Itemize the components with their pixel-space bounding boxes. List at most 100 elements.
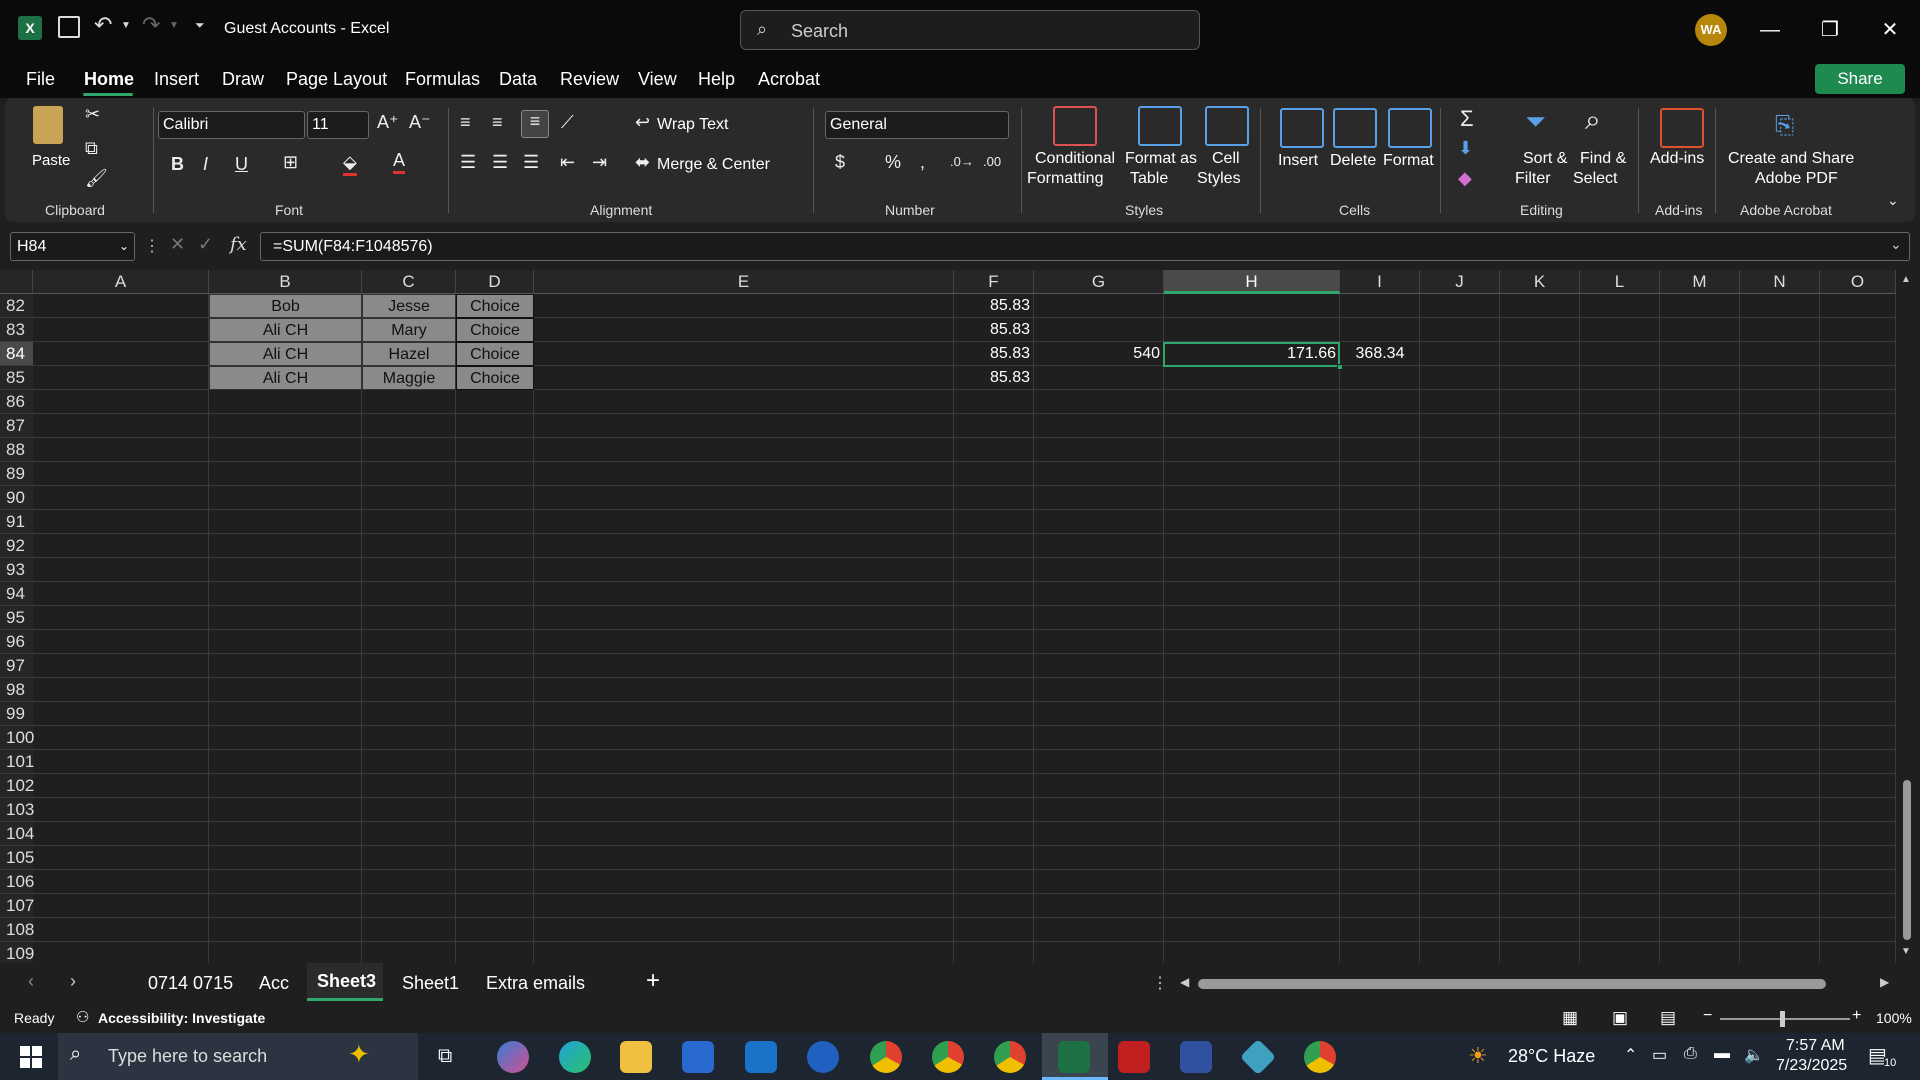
- conditional-formatting-icon[interactable]: [1053, 106, 1097, 146]
- tab-page-layout[interactable]: Page Layout: [286, 69, 387, 90]
- tab-insert[interactable]: Insert: [154, 69, 199, 90]
- row-header[interactable]: 87: [0, 414, 33, 438]
- tab-file[interactable]: File: [26, 69, 55, 90]
- column-header-j[interactable]: J: [1420, 270, 1500, 294]
- find-select-line1[interactable]: Find &: [1580, 150, 1626, 168]
- row-header[interactable]: 91: [0, 510, 33, 534]
- cell-i84[interactable]: 368.34: [1340, 342, 1420, 366]
- row-header[interactable]: 97: [0, 654, 33, 678]
- tab-data[interactable]: Data: [499, 69, 537, 90]
- sheet-tab-acc[interactable]: Acc: [259, 973, 289, 994]
- zoom-slider-thumb[interactable]: [1780, 1011, 1785, 1027]
- column-header-a[interactable]: A: [33, 270, 209, 294]
- cell-c85[interactable]: Maggie: [362, 366, 456, 390]
- windows-start-icon[interactable]: [20, 1046, 42, 1068]
- sheet-tab-extra-emails[interactable]: Extra emails: [486, 973, 585, 994]
- filezilla-icon[interactable]: [1118, 1041, 1150, 1073]
- prev-sheet-icon[interactable]: ‹: [28, 971, 34, 992]
- worksheet-grid[interactable]: ABCDEFGHIJKLMNO 82 83 84 85 86 87 88 89 90 91 92 93…: [0, 270, 1920, 963]
- calculator-icon[interactable]: [1180, 1041, 1212, 1073]
- undo-dropdown-icon[interactable]: ▼: [121, 20, 131, 31]
- column-header-o[interactable]: O: [1820, 270, 1896, 294]
- cell-f82[interactable]: 85.83: [954, 294, 1034, 318]
- undo-icon[interactable]: ↶: [94, 12, 112, 38]
- cell-styles-line2[interactable]: Styles: [1197, 170, 1241, 188]
- enter-icon[interactable]: ✓: [198, 234, 213, 255]
- align-bottom-icon[interactable]: ≡: [521, 110, 549, 138]
- column-header-h[interactable]: H: [1164, 270, 1340, 294]
- conditional-formatting-line2[interactable]: Formatting: [1027, 170, 1103, 188]
- redo-icon[interactable]: ↷: [142, 12, 160, 38]
- row-header[interactable]: 86: [0, 390, 33, 414]
- tab-help[interactable]: Help: [698, 69, 735, 90]
- cell-b82[interactable]: Bob: [209, 294, 362, 318]
- row-header[interactable]: 107: [0, 894, 34, 918]
- sort-filter-icon[interactable]: ⏷: [1525, 106, 1546, 138]
- fill-handle[interactable]: [1337, 364, 1343, 370]
- paste-icon[interactable]: [33, 106, 63, 144]
- tray-device-icon[interactable]: ⎙: [1684, 1045, 1697, 1063]
- column-header-e[interactable]: E: [534, 270, 954, 294]
- row-header[interactable]: 93: [0, 558, 33, 582]
- chrome-profile-2-icon[interactable]: [932, 1041, 964, 1073]
- row-header[interactable]: 88: [0, 438, 33, 462]
- more-options-icon[interactable]: ⋮: [144, 236, 160, 256]
- row-header[interactable]: 103: [0, 798, 34, 822]
- format-as-table-line2[interactable]: Table: [1130, 170, 1168, 188]
- tab-view[interactable]: View: [638, 69, 677, 90]
- edge-icon[interactable]: [559, 1041, 591, 1073]
- row-header[interactable]: 90: [0, 486, 33, 510]
- row-header[interactable]: 92: [0, 534, 33, 558]
- clock-time[interactable]: 7:57 AM: [1786, 1037, 1845, 1055]
- fill-color-icon[interactable]: ⬙: [343, 152, 357, 176]
- save-icon[interactable]: [58, 16, 80, 38]
- scroll-down-icon[interactable]: ▼: [1901, 946, 1911, 957]
- cell-c82[interactable]: Jesse: [362, 294, 456, 318]
- sheet-tab-sheet3[interactable]: Sheet3: [317, 971, 376, 992]
- row-header[interactable]: 104: [0, 822, 34, 846]
- column-header-f[interactable]: F: [954, 270, 1034, 294]
- clear-icon[interactable]: ◆: [1458, 168, 1472, 189]
- cancel-icon[interactable]: ✕: [170, 234, 185, 255]
- zoom-in-icon[interactable]: +: [1852, 1007, 1861, 1025]
- more-sheets-icon[interactable]: ⋮: [1152, 973, 1168, 993]
- row-header[interactable]: 89: [0, 462, 33, 486]
- create-share-pdf-line1[interactable]: Create and Share: [1728, 150, 1854, 168]
- zoom-slider-track[interactable]: [1720, 1018, 1850, 1020]
- adobe-pdf-icon[interactable]: ⎘: [1775, 112, 1794, 140]
- normal-view-icon[interactable]: ▦: [1562, 1008, 1578, 1028]
- name-box[interactable]: H84 ⌄: [10, 232, 135, 261]
- row-header[interactable]: 100: [0, 726, 34, 750]
- sort-filter-line2[interactable]: Filter: [1515, 170, 1551, 188]
- align-middle-icon[interactable]: ≡: [492, 112, 503, 133]
- tab-formulas[interactable]: Formulas: [405, 69, 480, 90]
- column-header-n[interactable]: N: [1740, 270, 1820, 294]
- page-break-view-icon[interactable]: ▤: [1660, 1008, 1676, 1028]
- weather-icon[interactable]: ☀: [1468, 1043, 1488, 1069]
- cell-styles-icon[interactable]: [1205, 106, 1249, 146]
- row-header[interactable]: 85: [0, 366, 33, 390]
- formula-input[interactable]: =SUM(F84:F1048576): [260, 232, 1910, 261]
- align-center-icon[interactable]: ☰: [492, 152, 508, 173]
- row-header[interactable]: 95: [0, 606, 33, 630]
- app-diamond-icon[interactable]: [1239, 1038, 1277, 1076]
- accessibility-status[interactable]: Accessibility: Investigate: [98, 1010, 265, 1026]
- format-cells-button[interactable]: Format: [1383, 152, 1434, 170]
- format-as-table-line1[interactable]: Format as: [1125, 150, 1197, 168]
- column-header-k[interactable]: K: [1500, 270, 1580, 294]
- volume-icon[interactable]: 🔈: [1744, 1045, 1764, 1065]
- bold-icon[interactable]: B: [171, 154, 184, 175]
- tab-home[interactable]: Home: [84, 69, 134, 90]
- font-name-dropdown[interactable]: Calibri: [158, 111, 305, 139]
- column-header-c[interactable]: C: [362, 270, 456, 294]
- tab-draw[interactable]: Draw: [222, 69, 264, 90]
- format-painter-icon[interactable]: 🖌: [85, 168, 108, 189]
- percent-icon[interactable]: %: [885, 152, 901, 173]
- wrap-text-icon[interactable]: ↩: [635, 112, 650, 133]
- copy-icon[interactable]: ⧉: [85, 138, 98, 159]
- format-as-table-icon[interactable]: [1138, 106, 1182, 146]
- wrap-text-button[interactable]: Wrap Text: [657, 116, 728, 134]
- row-header[interactable]: 108: [0, 918, 34, 942]
- font-size-dropdown[interactable]: 11: [307, 111, 369, 139]
- scroll-up-icon[interactable]: ▲: [1901, 274, 1911, 285]
